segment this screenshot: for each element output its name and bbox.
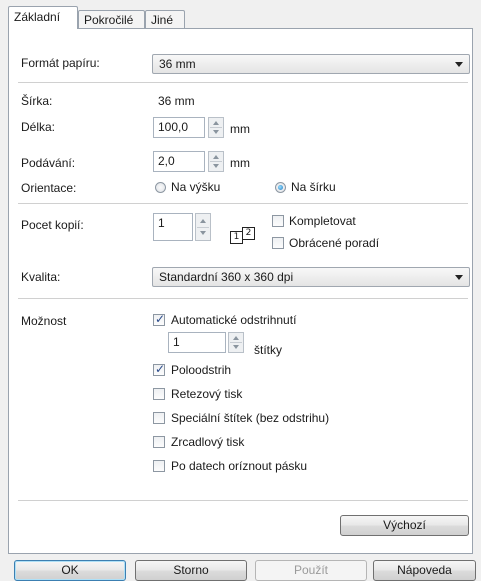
landscape-label[interactable]: Na šírku — [291, 180, 336, 194]
spin-up-icon[interactable] — [213, 121, 219, 125]
chevron-down-icon — [455, 275, 463, 280]
help-button[interactable]: Nápoveda — [373, 560, 476, 581]
half-cut-checkbox[interactable] — [153, 362, 165, 376]
quality-dropdown[interactable]: Standardní 360 x 360 dpi — [152, 267, 470, 287]
chevron-down-icon — [455, 62, 463, 67]
cut-every-spinner[interactable] — [228, 332, 244, 353]
reverse-order-checkbox[interactable] — [272, 237, 284, 249]
divider — [18, 203, 468, 204]
divider — [18, 82, 468, 83]
collate-label[interactable]: Kompletovat — [289, 214, 356, 228]
mirror-print-label[interactable]: Zrcadlový tisk — [171, 435, 244, 449]
quality-label: Kvalita: — [21, 270, 61, 284]
spin-up-icon[interactable] — [233, 336, 239, 340]
tab-other-label: Jiné — [151, 13, 174, 27]
special-tape-checkbox[interactable] — [153, 412, 165, 424]
divider — [18, 298, 468, 299]
landscape-radio[interactable] — [275, 182, 286, 193]
cut-tape-after-checkbox[interactable] — [153, 460, 165, 472]
length-input[interactable]: 100,0 — [153, 117, 205, 138]
paper-format-dropdown[interactable]: 36 mm — [152, 54, 470, 74]
ok-button[interactable]: OK — [14, 560, 126, 581]
collate-pages-icon: 1 2 — [230, 227, 260, 244]
cancel-button[interactable]: Storno — [135, 560, 247, 581]
width-label: Šírka: — [21, 94, 53, 108]
mirror-print-checkbox[interactable] — [153, 436, 165, 448]
auto-cut-label[interactable]: Automatické odstrihnutí — [171, 313, 296, 327]
portrait-label[interactable]: Na výšku — [171, 180, 220, 194]
spin-down-icon[interactable] — [233, 345, 239, 349]
length-spinner[interactable] — [208, 117, 224, 138]
cut-every-input[interactable]: 1 — [168, 332, 226, 353]
default-button[interactable]: Výchozí — [340, 515, 469, 536]
divider — [18, 500, 468, 501]
reverse-order-label[interactable]: Obrácené poradí — [289, 236, 379, 250]
page-2-icon: 2 — [242, 227, 255, 240]
collate-checkbox[interactable] — [272, 215, 284, 227]
paper-format-value: 36 mm — [159, 57, 196, 71]
cut-every-unit: štítky — [254, 343, 283, 357]
options-label: Možnost — [21, 314, 67, 328]
feed-spinner[interactable] — [208, 151, 224, 172]
spin-down-icon[interactable] — [200, 231, 206, 235]
paper-format-label: Formát papíru: — [21, 56, 100, 70]
cut-tape-after-label[interactable]: Po datech oríznout pásku — [171, 459, 307, 473]
spin-up-icon[interactable] — [200, 219, 206, 223]
copies-spinner[interactable] — [195, 213, 211, 241]
spin-up-icon[interactable] — [213, 155, 219, 159]
feed-label: Podávání: — [21, 156, 76, 170]
copies-label: Pocet kopií: — [21, 218, 84, 232]
length-unit: mm — [230, 122, 250, 136]
copies-input[interactable]: 1 — [153, 213, 193, 241]
orientation-label: Orientace: — [21, 181, 77, 195]
tab-other[interactable]: Jiné — [145, 10, 185, 28]
spin-down-icon[interactable] — [213, 130, 219, 134]
apply-button: Použít — [255, 560, 367, 581]
width-value: 36 mm — [158, 94, 195, 108]
chain-print-label[interactable]: Retezový tisk — [171, 387, 242, 401]
feed-unit: mm — [230, 156, 250, 170]
half-cut-label[interactable]: Poloodstrih — [171, 363, 231, 377]
portrait-radio[interactable] — [155, 182, 166, 193]
settings-panel — [8, 28, 473, 554]
chain-print-checkbox[interactable] — [153, 388, 165, 400]
tab-advanced-label: Pokročilé — [84, 13, 134, 27]
quality-value: Standardní 360 x 360 dpi — [159, 270, 294, 284]
special-tape-label[interactable]: Speciální štítek (bez odstrihu) — [171, 411, 329, 425]
auto-cut-checkbox[interactable] — [153, 312, 165, 326]
tab-basic[interactable]: Základní — [8, 6, 78, 29]
length-label: Délka: — [21, 120, 56, 134]
tab-advanced[interactable]: Pokročilé — [78, 10, 145, 28]
spin-down-icon[interactable] — [213, 164, 219, 168]
tab-basic-label: Základní — [14, 10, 61, 24]
feed-input[interactable]: 2,0 — [153, 151, 205, 172]
